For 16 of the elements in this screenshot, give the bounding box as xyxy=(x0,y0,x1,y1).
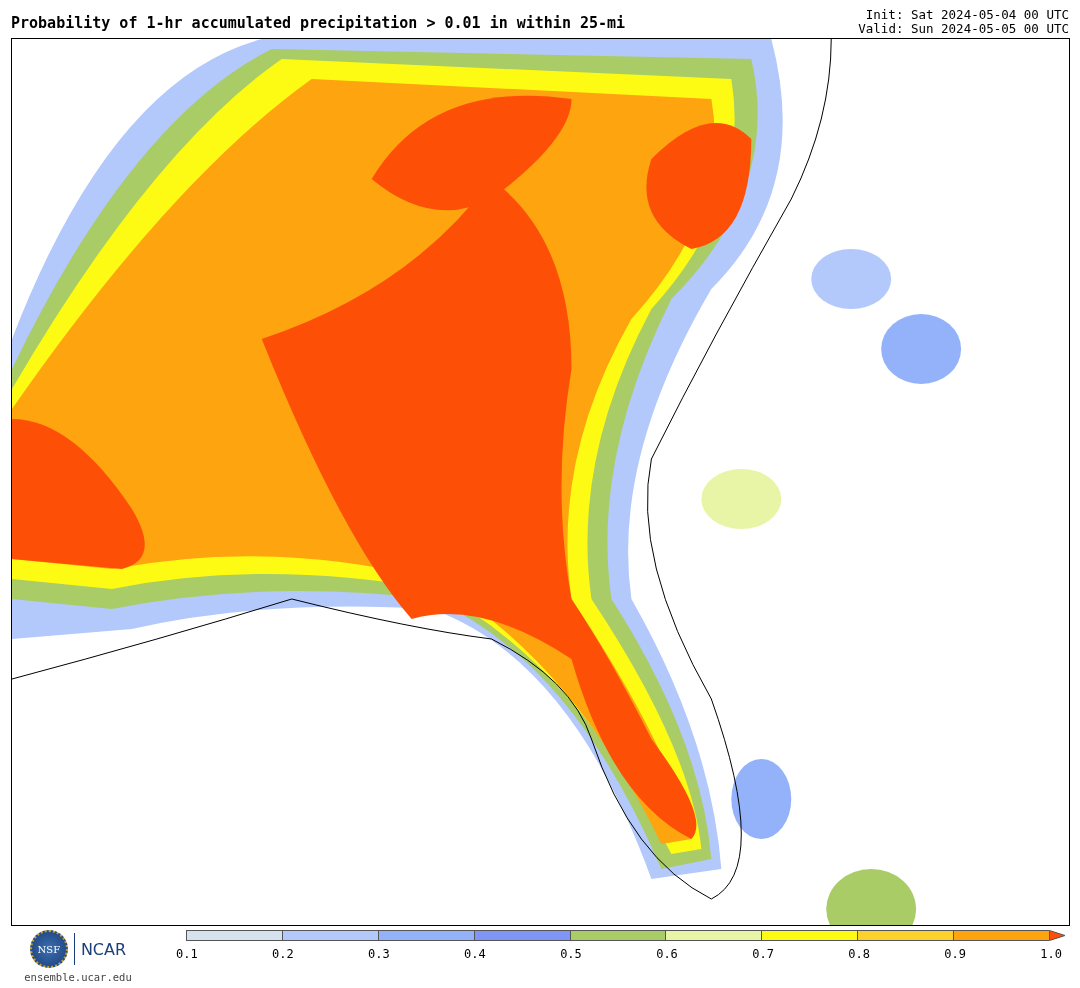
map-title: Probability of 1-hr accumulated precipitation > 0.01 in within 25-mi xyxy=(11,14,626,34)
tick-label: 0.4 xyxy=(464,947,486,961)
tick-label: 0.2 xyxy=(272,947,294,961)
tick-label: 0.6 xyxy=(656,947,678,961)
tick-label: 0.1 xyxy=(176,947,198,961)
tick-label: 0.7 xyxy=(752,947,774,961)
nsf-logo: NSF xyxy=(29,930,68,968)
init-time: Init: Sat 2024-05-04 00 UTC xyxy=(865,8,1069,22)
tick-label: 0.5 xyxy=(560,947,582,961)
tick-label: 1.0 xyxy=(1040,947,1062,961)
tick-label: 0.3 xyxy=(368,947,390,961)
ncar-logo: NCAR xyxy=(80,939,127,959)
tick-label: 0.9 xyxy=(944,947,966,961)
valid-time: Valid: Sun 2024-05-05 00 UTC xyxy=(858,22,1069,36)
site-url: ensemble.ucar.edu xyxy=(24,971,132,983)
tick-label: 0.8 xyxy=(848,947,870,961)
